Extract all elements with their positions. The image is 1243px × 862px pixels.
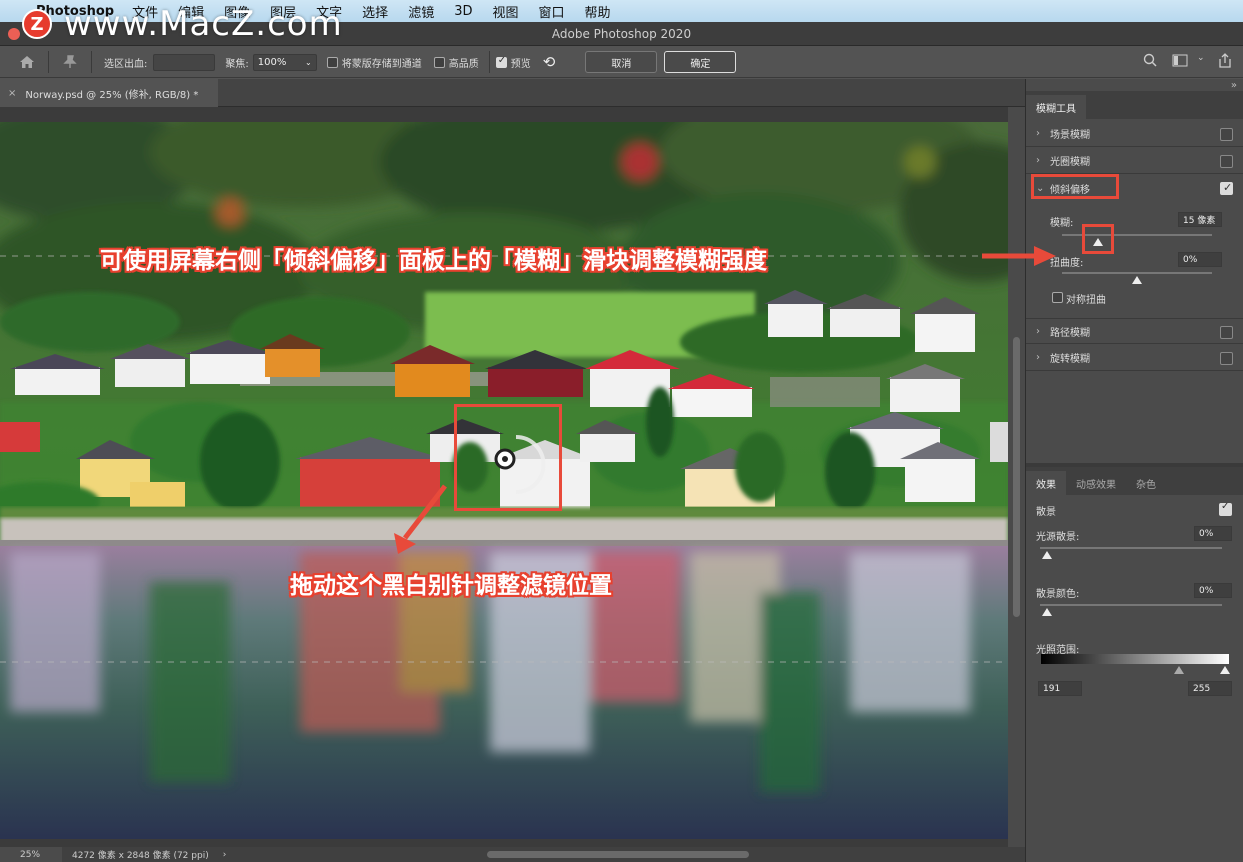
arrow-to-blur-slider-icon (982, 246, 1056, 266)
annotation-arrows (394, 246, 1056, 554)
arrow-to-pin-icon (394, 484, 447, 554)
